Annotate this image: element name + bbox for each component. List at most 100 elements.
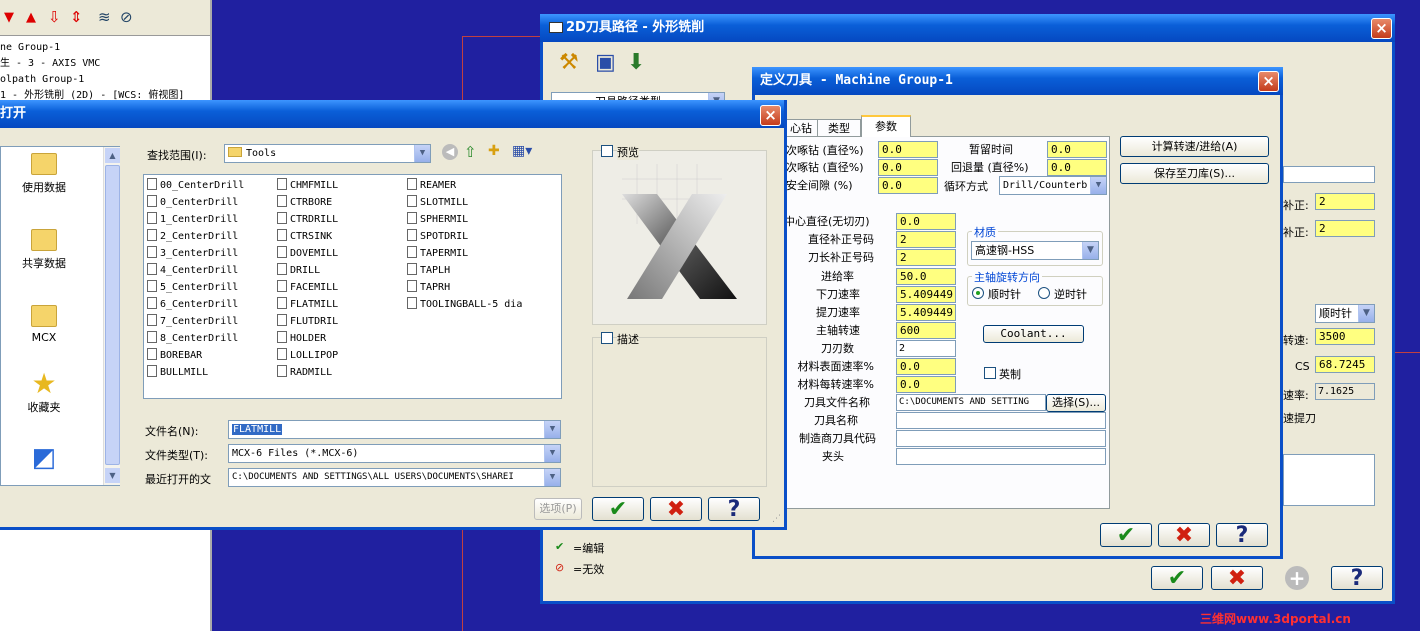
- file-item[interactable]: BOREBAR: [147, 347, 202, 364]
- top-field[interactable]: [1283, 166, 1375, 183]
- dwell-field[interactable]: 0.0: [1047, 141, 1107, 158]
- mfr-field[interactable]: [896, 430, 1106, 447]
- calc-feed-button[interactable]: 计算转速/进给(A): [1120, 136, 1269, 157]
- file-item[interactable]: 8_CenterDrill: [147, 330, 238, 347]
- file-item[interactable]: 7_CenterDrill: [147, 313, 238, 330]
- metric-checkbox[interactable]: [984, 367, 996, 379]
- toolpath-help-button[interactable]: ?: [1331, 566, 1383, 591]
- resize-grip-icon[interactable]: ⋰: [772, 514, 781, 524]
- holder-field[interactable]: [896, 448, 1106, 465]
- tree-item[interactable]: olpath Group-1: [0, 72, 208, 88]
- file-item[interactable]: 1_CenterDrill: [147, 211, 238, 228]
- filename-combo[interactable]: FLATMILL ▼: [228, 420, 561, 439]
- recent-combo[interactable]: C:\DOCUMENTS AND SETTINGS\ALL USERS\DOCU…: [228, 468, 561, 487]
- file-item[interactable]: HOLDER: [277, 330, 326, 347]
- place-mcx[interactable]: MCX: [9, 305, 79, 344]
- plunge-field[interactable]: 5.409449: [896, 286, 956, 303]
- retract-field[interactable]: 0.0: [1047, 159, 1107, 176]
- tool-file-field[interactable]: C:\DOCUMENTS AND SETTING: [896, 394, 1046, 411]
- file-item[interactable]: DOVEMILL: [277, 245, 338, 262]
- notes-box[interactable]: [1283, 454, 1375, 506]
- save-icon[interactable]: ▣: [595, 50, 616, 75]
- filetype-combo[interactable]: MCX-6 Files (*.MCX-6) ▼: [228, 444, 561, 463]
- spindle-field[interactable]: 600: [896, 322, 956, 339]
- select-button[interactable]: 选择(S)...: [1046, 394, 1106, 412]
- place-favorites[interactable]: ★ 收藏夹: [9, 370, 79, 415]
- options-button[interactable]: 选项(P): [534, 498, 582, 520]
- file-item[interactable]: SLOTMILL: [407, 194, 468, 211]
- places-scrollbar[interactable]: ▲ ▼: [103, 147, 120, 485]
- speed-field[interactable]: 3500: [1315, 328, 1375, 345]
- file-item[interactable]: CTRSINK: [277, 228, 332, 245]
- file-item[interactable]: LOLLIPOP: [277, 347, 338, 364]
- retract-rate-field[interactable]: 5.409449: [896, 304, 956, 321]
- file-item[interactable]: DRILL: [277, 262, 320, 279]
- goto-icon[interactable]: ⇩: [48, 8, 61, 26]
- view-menu-icon[interactable]: ▦▾: [512, 143, 532, 159]
- clearance-field[interactable]: 0.0: [878, 177, 938, 194]
- tree-view[interactable]: ne Group-1 生 - 3 - AXIS VMC olpath Group…: [0, 40, 208, 101]
- file-item[interactable]: REAMER: [407, 177, 456, 194]
- back-icon[interactable]: ◀: [442, 144, 458, 160]
- new-folder-icon[interactable]: ✚: [488, 143, 500, 159]
- tab-params[interactable]: 参数: [861, 115, 911, 137]
- wave-icon[interactable]: ≋: [98, 8, 111, 26]
- define-cancel-button[interactable]: ✖: [1158, 523, 1210, 548]
- file-item[interactable]: CTRDRILL: [277, 211, 338, 228]
- updown-icon[interactable]: ⇕: [70, 8, 83, 26]
- dia-offset-field[interactable]: 2: [896, 231, 956, 248]
- file-item[interactable]: 6_CenterDrill: [147, 296, 238, 313]
- file-item[interactable]: CTRBORE: [277, 194, 332, 211]
- file-item[interactable]: FACEMILL: [277, 279, 338, 296]
- add-icon[interactable]: +: [1285, 566, 1309, 590]
- cw-radio[interactable]: [972, 287, 984, 299]
- open-cancel-button[interactable]: ✖: [650, 497, 702, 522]
- define-help-button[interactable]: ?: [1216, 523, 1268, 548]
- lookin-combo[interactable]: Tools ▼: [224, 144, 431, 163]
- up-arrow-icon[interactable]: ▲: [26, 10, 36, 25]
- ccw-radio[interactable]: [1038, 287, 1050, 299]
- shapes-icon[interactable]: ⊘: [120, 8, 133, 26]
- file-item[interactable]: 00_CenterDrill: [147, 177, 244, 194]
- tab-type[interactable]: 类型: [817, 119, 861, 137]
- toolpath-close-button[interactable]: ×: [1371, 18, 1392, 39]
- open-ok-button[interactable]: ✔: [592, 497, 644, 522]
- cycle-combo[interactable]: Drill/Counterb ▼: [999, 176, 1107, 195]
- place-my-data[interactable]: 使用数据: [9, 153, 79, 195]
- peck1-field[interactable]: 0.0: [878, 141, 938, 158]
- save-library-button[interactable]: 保存至刀库(S)...: [1120, 163, 1269, 184]
- import-icon[interactable]: ⬇: [627, 50, 645, 75]
- feed-field[interactable]: 50.0: [896, 268, 956, 285]
- file-item[interactable]: TAPRH: [407, 279, 450, 296]
- direction-combo[interactable]: 顺时针 ▼: [1315, 304, 1375, 323]
- sfm-field[interactable]: 0.0: [896, 358, 956, 375]
- cs-field[interactable]: 68.7245: [1315, 356, 1375, 373]
- file-list[interactable]: 00_CenterDrill 0_CenterDrill 1_CenterDrill…: [143, 174, 562, 399]
- tree-item[interactable]: 生 - 3 - AXIS VMC: [0, 56, 208, 72]
- file-item[interactable]: 4_CenterDrill: [147, 262, 238, 279]
- down-arrow-icon[interactable]: ▼: [4, 10, 14, 25]
- open-close-button[interactable]: ×: [760, 105, 781, 126]
- rate-field[interactable]: 7.1625: [1315, 383, 1375, 400]
- center-dia-field[interactable]: 0.0: [896, 213, 956, 230]
- tab-drill[interactable]: 心钻: [783, 119, 819, 137]
- file-item[interactable]: CHMFMILL: [277, 177, 338, 194]
- place-shared-data[interactable]: 共享数据: [9, 229, 79, 271]
- tool-name-field[interactable]: [896, 412, 1106, 429]
- file-item[interactable]: SPOTDRIL: [407, 228, 468, 245]
- file-item[interactable]: 2_CenterDrill: [147, 228, 238, 245]
- desc-checkbox[interactable]: [601, 332, 613, 344]
- define-tool-close-button[interactable]: ×: [1258, 71, 1279, 92]
- len-offset-field[interactable]: 2: [896, 249, 956, 266]
- coolant-button[interactable]: Coolant...: [983, 325, 1084, 343]
- file-item[interactable]: 5_CenterDrill: [147, 279, 238, 296]
- comp2-field[interactable]: 2: [1315, 220, 1375, 237]
- file-item[interactable]: TAPLH: [407, 262, 450, 279]
- preview-checkbox[interactable]: [601, 145, 613, 157]
- tree-item[interactable]: ne Group-1: [0, 40, 208, 56]
- toolpath-ok-button[interactable]: ✔: [1151, 566, 1203, 591]
- file-item[interactable]: TOOLINGBALL-5 dia: [407, 296, 522, 313]
- file-item[interactable]: TAPERMIL: [407, 245, 468, 262]
- file-item[interactable]: FLATMILL: [277, 296, 338, 313]
- file-item[interactable]: 3_CenterDrill: [147, 245, 238, 262]
